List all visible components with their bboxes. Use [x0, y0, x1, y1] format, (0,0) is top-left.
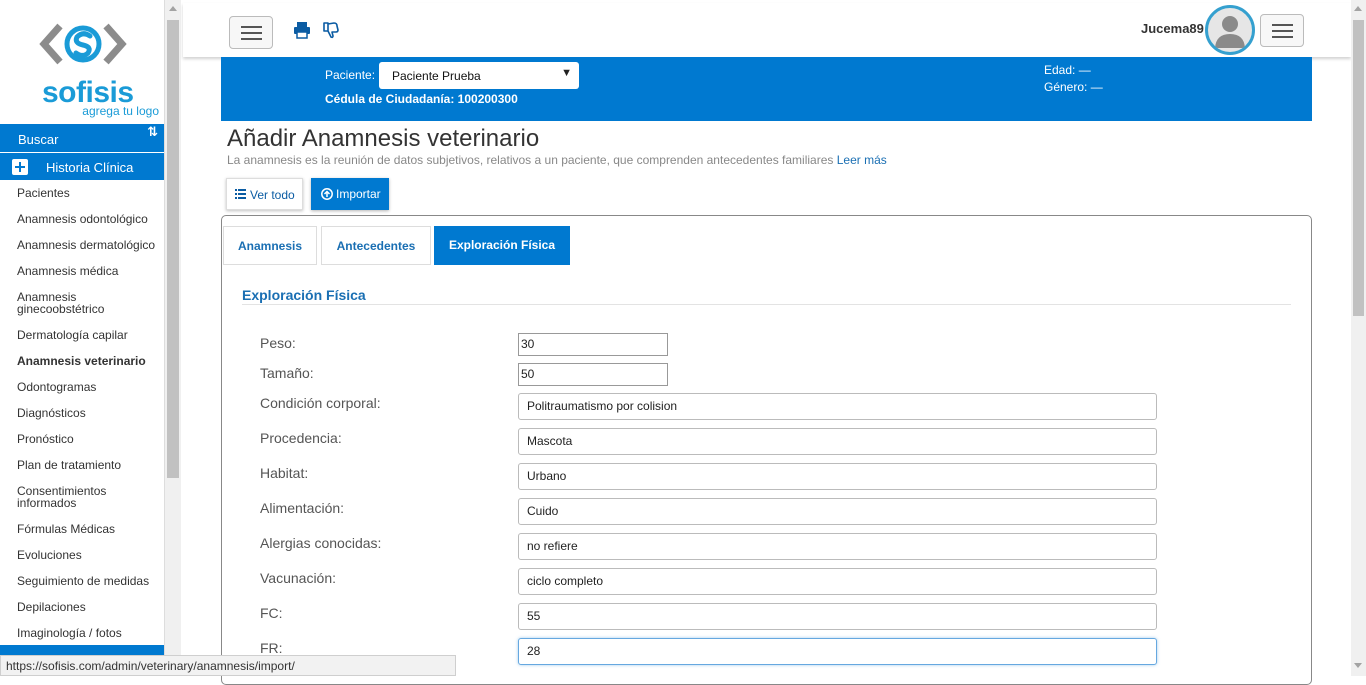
- sidebar-item-plan-de-tratamiento[interactable]: Plan de tratamiento: [0, 459, 121, 471]
- page-scroll-thumb[interactable]: [1353, 20, 1364, 316]
- sidebar-item-dermatologia-capilar[interactable]: Dermatología capilar: [0, 329, 128, 341]
- sidebar-item-pronostico[interactable]: Pronóstico: [0, 433, 74, 445]
- habitat-field[interactable]: Urbano: [518, 463, 1157, 490]
- sidebar-item-depilaciones[interactable]: Depilaciones: [0, 601, 86, 613]
- page-title: Añadir Anamnesis veterinario: [227, 125, 540, 152]
- scroll-down-arrow-icon[interactable]: [1354, 663, 1362, 668]
- tab-exploracion-fisica-label: Exploración Física: [448, 238, 556, 252]
- list-icon: [235, 189, 246, 199]
- tab-anamnesis-label: Anamnesis: [237, 239, 303, 253]
- fc-field[interactable]: 55: [518, 603, 1157, 630]
- page-subtitle-text: La anamnesis es la reunión de datos subj…: [227, 153, 834, 167]
- logo[interactable]: sofisis agrega tu logo: [0, 0, 164, 123]
- tab-antecedentes-label: Antecedentes: [336, 239, 416, 253]
- logo-tagline: agrega tu logo: [82, 104, 159, 118]
- field-label-tamano: Tamaño:: [260, 365, 314, 381]
- peso-field[interactable]: 30: [518, 333, 668, 356]
- top-header: Jucema89: [183, 3, 1351, 57]
- condicion-corporal-field[interactable]: Politraumatismo por colision: [518, 393, 1157, 420]
- user-menu-button[interactable]: [1260, 14, 1304, 47]
- field-label-peso: Peso:: [260, 335, 296, 351]
- tab-exploracion-fisica[interactable]: Exploración Física: [434, 226, 570, 265]
- sidebar-item-anamnesis-odontologico[interactable]: Anamnesis odontológico: [0, 213, 148, 225]
- sidebar-item-anamnesis-dermatologico[interactable]: Anamnesis dermatológico: [0, 239, 155, 251]
- browser-status-url: https://sofisis.com/admin/veterinary/ana…: [0, 655, 456, 676]
- sidebar: sofisis agrega tu logo Buscar ⇅ Historia…: [0, 0, 165, 676]
- patient-gender: Género: —: [1044, 80, 1103, 94]
- print-icon[interactable]: [293, 21, 311, 39]
- sidebar-search-label: Buscar: [18, 132, 59, 147]
- sidebar-item-seguimiento-medidas[interactable]: Seguimiento de medidas: [0, 575, 149, 587]
- patient-select-value: Paciente Prueba: [392, 69, 481, 83]
- tab-antecedentes[interactable]: Antecedentes: [321, 226, 431, 265]
- menu-toggle-button[interactable]: [229, 16, 273, 49]
- sidebar-section-historia-clinica[interactable]: Historia Clínica: [0, 153, 164, 180]
- patient-select[interactable]: Paciente Prueba ▼: [379, 62, 579, 89]
- patient-id: Cédula de Ciudadanía: 100200300: [325, 92, 518, 106]
- field-label-alimentacion: Alimentación:: [260, 500, 345, 516]
- import-button[interactable]: Importar: [311, 178, 389, 210]
- sidebar-item-anamnesis-medica[interactable]: Anamnesis médica: [0, 265, 118, 277]
- thumbs-down-icon[interactable]: [322, 21, 340, 39]
- section-divider: [242, 304, 1291, 305]
- view-all-label: Ver todo: [250, 188, 295, 202]
- field-label-procedencia: Procedencia:: [260, 430, 342, 446]
- read-more-link[interactable]: Leer más: [837, 153, 887, 167]
- view-all-button[interactable]: Ver todo: [226, 178, 303, 210]
- field-label-condicion-corporal: Condición corporal:: [260, 395, 381, 411]
- sidebar-item-formulas-medicas[interactable]: Fórmulas Médicas: [0, 523, 115, 535]
- patient-age: Edad: —: [1044, 63, 1091, 77]
- fr-field[interactable]: 28: [518, 638, 1157, 665]
- tamano-field[interactable]: 50: [518, 363, 668, 386]
- vacunacion-field[interactable]: ciclo completo: [518, 568, 1157, 595]
- username[interactable]: Jucema89: [1141, 21, 1204, 36]
- sidebar-item-anamnesis-veterinario[interactable]: Anamnesis veterinario: [0, 355, 146, 367]
- user-avatar-icon: [1215, 16, 1245, 48]
- field-label-alergias: Alergias conocidas:: [260, 535, 382, 551]
- tab-anamnesis[interactable]: Anamnesis: [223, 226, 317, 265]
- upload-circle-icon: [321, 188, 333, 200]
- alergias-field[interactable]: no refiere: [518, 533, 1157, 560]
- plus-icon: [12, 159, 28, 175]
- sidebar-scrollbar[interactable]: [165, 0, 181, 676]
- sidebar-section-label: Historia Clínica: [46, 160, 134, 175]
- sidebar-search[interactable]: Buscar ⇅: [0, 124, 164, 152]
- sort-icon[interactable]: ⇅: [147, 124, 158, 140]
- avatar[interactable]: [1205, 5, 1255, 55]
- scroll-up-arrow-icon[interactable]: [169, 6, 177, 11]
- sidebar-item-odontogramas[interactable]: Odontogramas: [0, 381, 96, 393]
- sidebar-item-imaginologia[interactable]: Imaginología / fotos: [0, 627, 122, 639]
- procedencia-field[interactable]: Mascota: [518, 428, 1157, 455]
- field-label-fr: FR:: [260, 640, 283, 656]
- scroll-up-arrow-icon[interactable]: [1354, 6, 1362, 11]
- field-label-vacunacion: Vacunación:: [260, 570, 337, 586]
- patient-label: Paciente:: [325, 68, 376, 82]
- chevron-down-icon: ▼: [561, 67, 572, 79]
- sidebar-item-consentimientos[interactable]: Consentimientos informados: [0, 485, 115, 509]
- import-label: Importar: [336, 187, 381, 201]
- page-subtitle: La anamnesis es la reunión de datos subj…: [227, 153, 887, 167]
- sidebar-item-anamnesis-ginecoobstetrico[interactable]: Anamnesis ginecoobstétrico: [0, 291, 120, 315]
- patient-banner: Paciente: Paciente Prueba ▼ Cédula de Ci…: [221, 57, 1312, 121]
- sidebar-item-evoluciones[interactable]: Evoluciones: [0, 549, 82, 561]
- field-label-habitat: Habitat:: [260, 465, 309, 481]
- sidebar-item-diagnosticos[interactable]: Diagnósticos: [0, 407, 86, 419]
- field-label-fc: FC:: [260, 605, 283, 621]
- alimentacion-field[interactable]: Cuido: [518, 498, 1157, 525]
- section-title: Exploración Física: [242, 287, 366, 303]
- sidebar-scroll-thumb[interactable]: [167, 20, 179, 478]
- sidebar-item-pacientes[interactable]: Pacientes: [0, 187, 70, 199]
- page-scrollbar[interactable]: [1351, 0, 1366, 676]
- sofisis-logo-icon: [39, 23, 127, 65]
